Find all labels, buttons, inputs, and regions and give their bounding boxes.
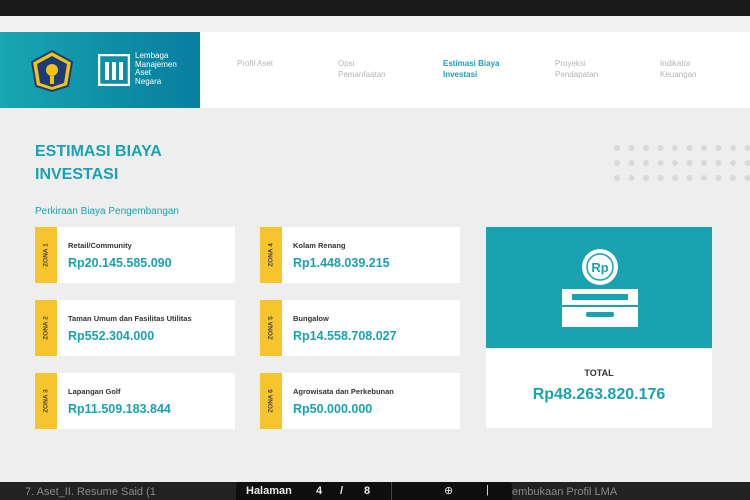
slide: Lembaga Manajemen Aset Negara Profil Ase… [0,16,750,482]
zone-tag: ZONA 2 [35,300,57,356]
total-label: TOTAL [584,368,614,378]
nav-item-profil-aset[interactable]: Profil Aset [237,58,307,69]
zone-card-value: Rp1.448.039.215 [293,256,390,270]
page-navigator: Halaman 4 / 8 ⊕ | [236,482,512,500]
page-title: ESTIMASI BIAYA INVESTASI [35,140,235,186]
nav-item-opsi-pemanfaatan[interactable]: Opsi Pemanfaatan [338,58,408,80]
nav-item-proyeksi-pendapatan[interactable]: Proyeksi Pendapatan [555,58,625,80]
pager-label: Halaman [246,485,292,497]
zone-tag: ZONA 1 [35,227,57,283]
lman-logo-text: Lembaga Manajemen Aset Negara [135,51,177,86]
zone-tag: ZONA 4 [260,227,282,283]
window-top-bar [0,0,750,16]
zone-card-label: Lapangan Golf [68,387,121,396]
slide-top-gap [0,16,750,32]
zone-tag: ZONA 3 [35,373,57,429]
brand-header: Lembaga Manajemen Aset Negara [0,32,200,108]
nav-item-indikator-keuangan[interactable]: Indikator Keuangan [660,58,730,80]
total-card-header: Rp [486,227,712,348]
total-value: Rp48.263.820.176 [532,386,666,403]
left-tab-title[interactable]: 7. Aset_II. Resume Said (1 [25,486,156,498]
logo-text-line: Negara [135,76,162,86]
nav-item-label: Investasi [443,70,478,79]
zone-card-value: Rp552.304.000 [68,329,155,343]
zone-card-2: ZONA 2 Taman Umum dan Fasilitas Utilitas… [35,300,235,356]
zone-card-4: ZONA 4 Kolam Renang Rp1.448.039.215 [260,227,460,283]
zoom-in-icon[interactable]: ⊕ [444,484,453,497]
section-nav: Profil Aset Opsi Pemanfaatan Estimasi Bi… [200,32,750,108]
nav-item-label: Keuangan [660,70,697,79]
nav-item-estimasi-biaya-investasi[interactable]: Estimasi Biaya Investasi [443,58,513,80]
nav-item-label: Pemanfaatan [338,70,386,79]
right-tab-title[interactable]: embukaan Profil LMA [512,486,617,498]
nav-item-label: Pendapatan [555,70,599,79]
total-card: Rp TOTAL Rp48.263.820.176 [486,227,712,428]
zone-card-label: Bungalow [293,314,329,323]
decorative-dot-grid-icon [614,145,750,181]
nav-item-label: Estimasi Biaya [443,59,500,68]
zone-card-label: Retail/Community [68,241,132,250]
zone-card-value: Rp14.558.708.027 [293,329,397,343]
zone-tag-label: ZONA 3 [42,389,50,413]
zone-card-value: Rp50.000.000 [293,402,373,416]
nav-item-label: Opsi [338,59,355,68]
zone-tag-label: ZONA 5 [267,316,275,340]
zone-card-label: Taman Umum dan Fasilitas Utilitas [68,314,192,323]
zone-tag-label: ZONA 6 [267,389,275,413]
nav-item-label: Profil Aset [237,59,274,68]
zone-tag: ZONA 5 [260,300,282,356]
zone-card-label: Agrowisata dan Perkebunan [293,387,394,396]
page-title-line: ESTIMASI BIAYA [35,143,162,160]
section-subtitle: Perkiraan Biaya Pengembangan [35,206,179,217]
zone-tag: ZONA 6 [260,373,282,429]
zone-tag-label: ZONA 1 [42,243,50,267]
rp-coin-label: Rp [591,260,608,275]
zone-card-6: ZONA 6 Agrowisata dan Perkebunan Rp50.00… [260,373,460,429]
zone-card-1: ZONA 1 Retail/Community Rp20.145.585.090 [35,227,235,283]
page-title-line: INVESTASI [35,166,119,183]
nav-item-label: Proyeksi [555,59,586,68]
zone-card-5: ZONA 5 Bungalow Rp14.558.708.027 [260,300,460,356]
zone-tag-label: ZONA 2 [42,316,50,340]
current-page-field[interactable]: 4 [316,485,322,497]
zone-tag-label: ZONA 4 [267,243,275,267]
nav-item-label: Indikator [660,59,691,68]
zone-card-label: Kolam Renang [293,241,346,250]
viewer-bottom-bar: 7. Aset_II. Resume Said (1 embukaan Prof… [0,482,750,500]
money-box-rp-icon: Rp [562,249,638,327]
kemenkeu-emblem-icon [30,50,74,92]
lman-logo-icon [98,54,130,86]
pager-divider [391,482,392,500]
page-separator: / [340,485,344,497]
zone-card-value: Rp20.145.585.090 [68,256,172,270]
zone-card-3: ZONA 3 Lapangan Golf Rp11.509.183.844 [35,373,235,429]
total-pages: 8 [364,485,371,497]
more-icon[interactable]: | [486,484,489,496]
zone-card-value: Rp11.509.183.844 [68,402,171,416]
